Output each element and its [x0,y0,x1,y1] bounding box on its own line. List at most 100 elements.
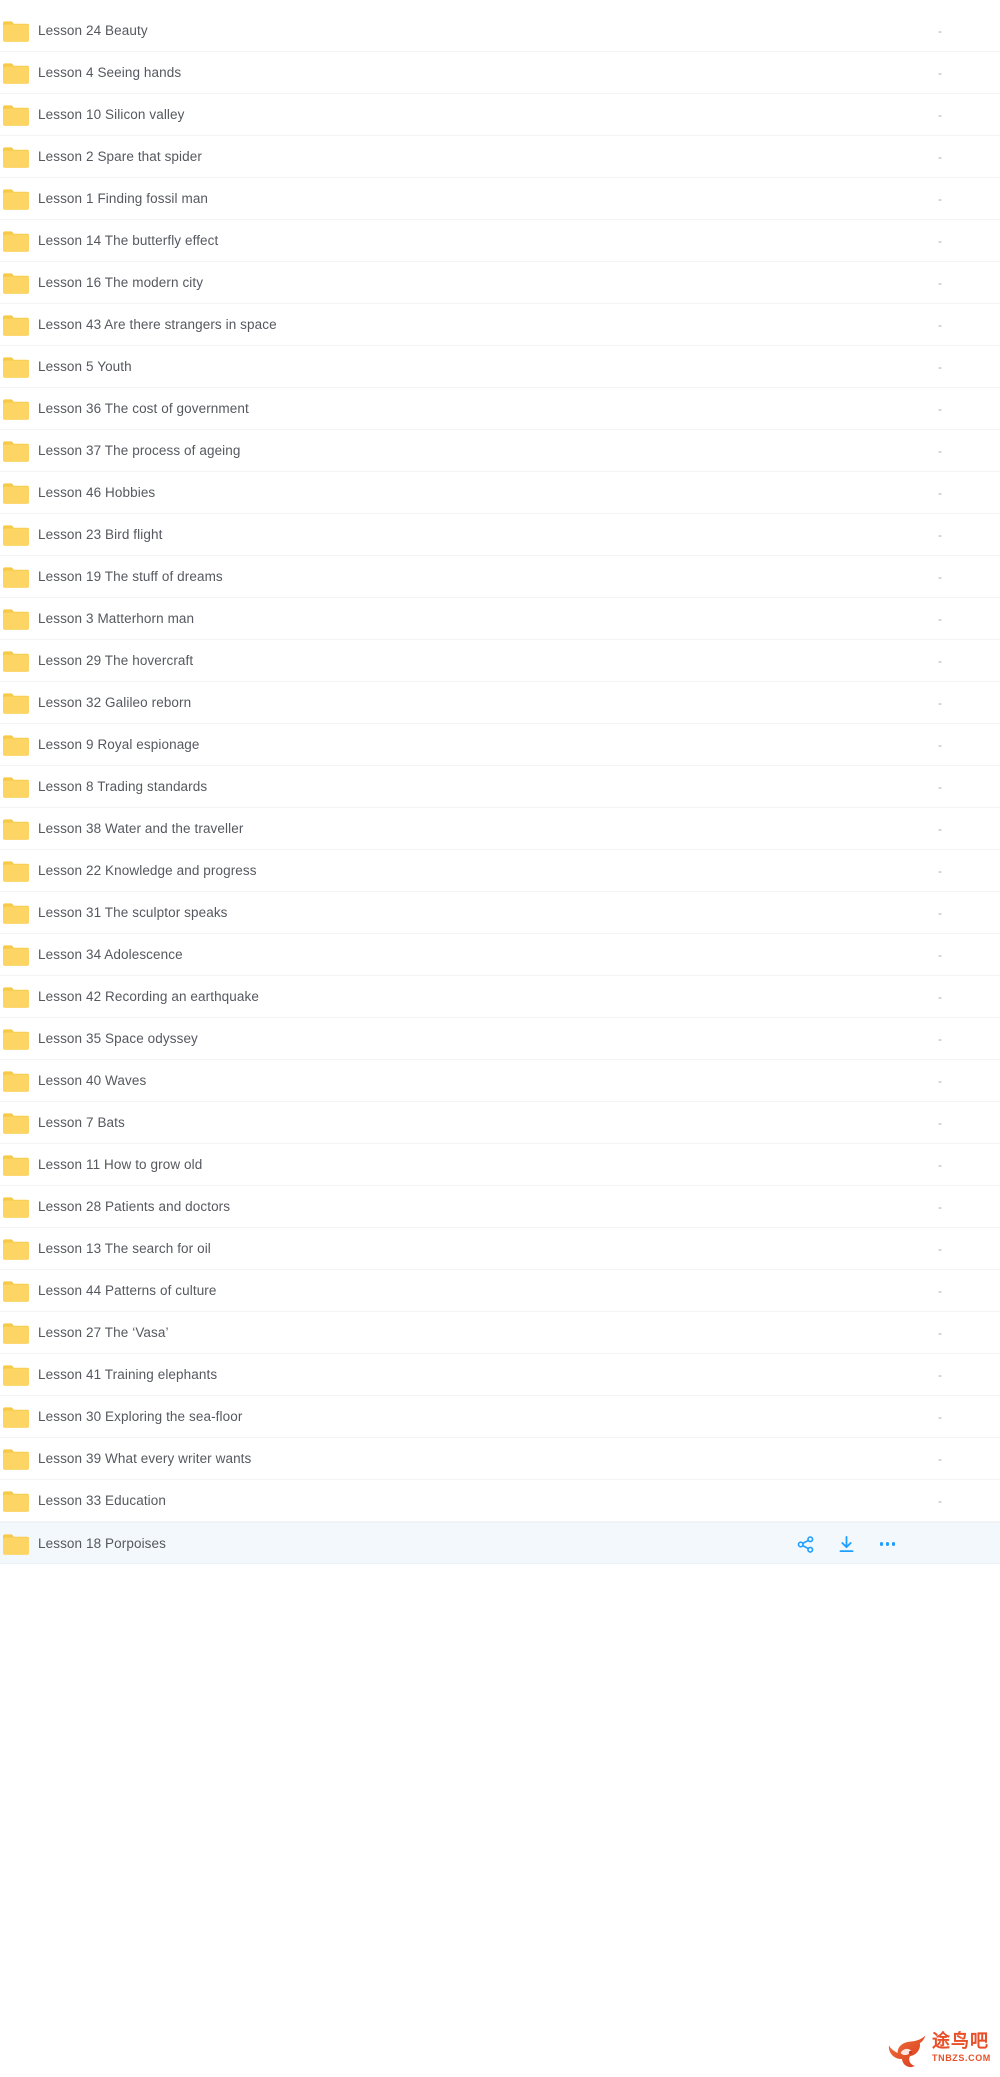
file-row[interactable]: Lesson 11 How to grow old - [0,1144,1000,1186]
file-size: - [938,276,942,290]
file-size: - [938,528,942,542]
folder-icon [3,1029,29,1050]
folder-icon [3,693,29,714]
file-row-selected[interactable]: Lesson 18 Porpoises [0,1522,1000,1564]
file-row[interactable]: Lesson 24 Beauty - [0,10,1000,52]
file-name[interactable]: Lesson 37 The process of ageing [38,430,241,472]
file-size: - [938,360,942,374]
file-row[interactable]: Lesson 14 The butterfly effect - [0,220,1000,262]
file-name[interactable]: Lesson 13 The search for oil [38,1228,211,1270]
row-actions [796,1523,897,1565]
share-icon[interactable] [796,1535,815,1554]
folder-icon [3,1239,29,1260]
file-row[interactable]: Lesson 31 The sculptor speaks - [0,892,1000,934]
file-row[interactable]: Lesson 38 Water and the traveller - [0,808,1000,850]
file-name[interactable]: Lesson 9 Royal espionage [38,724,200,766]
download-icon[interactable] [837,1535,856,1554]
file-row[interactable]: Lesson 33 Education - [0,1480,1000,1522]
file-name[interactable]: Lesson 28 Patients and doctors [38,1186,230,1228]
file-name[interactable]: Lesson 23 Bird flight [38,514,162,556]
file-size: - [938,234,942,248]
file-row[interactable]: Lesson 44 Patterns of culture - [0,1270,1000,1312]
file-row[interactable]: Lesson 10 Silicon valley - [0,94,1000,136]
file-row[interactable]: Lesson 30 Exploring the sea-floor - [0,1396,1000,1438]
file-row[interactable]: Lesson 37 The process of ageing - [0,430,1000,472]
file-name[interactable]: Lesson 19 The stuff of dreams [38,556,223,598]
file-size: - [938,318,942,332]
folder-icon [3,567,29,588]
site-watermark: 途鸟吧 TNBZS.COM [886,2024,1000,2074]
file-row[interactable]: Lesson 42 Recording an earthquake - [0,976,1000,1018]
file-size: - [938,486,942,500]
file-name[interactable]: Lesson 18 Porpoises [38,1523,166,1565]
file-size: - [938,1032,942,1046]
file-name[interactable]: Lesson 14 The butterfly effect [38,220,218,262]
file-row[interactable]: Lesson 27 The ‘Vasa’ - [0,1312,1000,1354]
file-size: - [938,1116,942,1130]
file-row[interactable]: Lesson 8 Trading standards - [0,766,1000,808]
file-name[interactable]: Lesson 11 How to grow old [38,1144,202,1186]
file-name[interactable]: Lesson 42 Recording an earthquake [38,976,259,1018]
file-row[interactable]: Lesson 3 Matterhorn man - [0,598,1000,640]
file-list: Lesson 24 Beauty - Lesson 4 Seeing hands - L… [0,0,1000,1564]
folder-icon [3,1113,29,1134]
file-size: - [938,192,942,206]
file-row[interactable]: Lesson 32 Galileo reborn - [0,682,1000,724]
file-name[interactable]: Lesson 8 Trading standards [38,766,207,808]
file-name[interactable]: Lesson 1 Finding fossil man [38,178,208,220]
file-name[interactable]: Lesson 43 Are there strangers in space [38,304,277,346]
file-row[interactable]: Lesson 1 Finding fossil man - [0,178,1000,220]
file-row[interactable]: Lesson 29 The hovercraft - [0,640,1000,682]
file-name[interactable]: Lesson 7 Bats [38,1102,125,1144]
file-row[interactable]: Lesson 19 The stuff of dreams - [0,556,1000,598]
file-name[interactable]: Lesson 33 Education [38,1480,166,1522]
file-row[interactable]: Lesson 34 Adolescence - [0,934,1000,976]
file-name[interactable]: Lesson 41 Training elephants [38,1354,217,1396]
file-row[interactable]: Lesson 41 Training elephants - [0,1354,1000,1396]
folder-icon [3,105,29,126]
file-name[interactable]: Lesson 10 Silicon valley [38,94,184,136]
file-row[interactable]: Lesson 35 Space odyssey - [0,1018,1000,1060]
file-name[interactable]: Lesson 27 The ‘Vasa’ [38,1312,169,1354]
file-name[interactable]: Lesson 16 The modern city [38,262,203,304]
file-row[interactable]: Lesson 2 Spare that spider - [0,136,1000,178]
file-name[interactable]: Lesson 24 Beauty [38,10,148,52]
file-name[interactable]: Lesson 40 Waves [38,1060,146,1102]
file-row[interactable]: Lesson 5 Youth - [0,346,1000,388]
file-name[interactable]: Lesson 46 Hobbies [38,472,155,514]
file-row[interactable]: Lesson 43 Are there strangers in space - [0,304,1000,346]
folder-icon [3,651,29,672]
file-row[interactable]: Lesson 22 Knowledge and progress - [0,850,1000,892]
file-size: - [938,822,942,836]
file-size: - [938,1410,942,1424]
file-row[interactable]: Lesson 16 The modern city - [0,262,1000,304]
file-name[interactable]: Lesson 22 Knowledge and progress [38,850,257,892]
file-row[interactable]: Lesson 46 Hobbies - [0,472,1000,514]
file-name[interactable]: Lesson 32 Galileo reborn [38,682,191,724]
file-name[interactable]: Lesson 29 The hovercraft [38,640,193,682]
folder-icon [3,1534,29,1555]
file-row[interactable]: Lesson 40 Waves - [0,1060,1000,1102]
file-row[interactable]: Lesson 28 Patients and doctors - [0,1186,1000,1228]
file-name[interactable]: Lesson 35 Space odyssey [38,1018,198,1060]
file-row[interactable]: Lesson 36 The cost of government - [0,388,1000,430]
file-row[interactable]: Lesson 9 Royal espionage - [0,724,1000,766]
file-name[interactable]: Lesson 31 The sculptor speaks [38,892,228,934]
more-dots-icon[interactable] [878,1535,897,1554]
file-name[interactable]: Lesson 44 Patterns of culture [38,1270,217,1312]
file-row[interactable]: Lesson 7 Bats - [0,1102,1000,1144]
file-name[interactable]: Lesson 36 The cost of government [38,388,249,430]
file-name[interactable]: Lesson 4 Seeing hands [38,52,181,94]
file-row[interactable]: Lesson 4 Seeing hands - [0,52,1000,94]
file-row[interactable]: Lesson 23 Bird flight - [0,514,1000,556]
file-row[interactable]: Lesson 13 The search for oil - [0,1228,1000,1270]
file-row[interactable]: Lesson 39 What every writer wants - [0,1438,1000,1480]
file-name[interactable]: Lesson 38 Water and the traveller [38,808,243,850]
file-name[interactable]: Lesson 2 Spare that spider [38,136,202,178]
folder-icon [3,357,29,378]
file-name[interactable]: Lesson 39 What every writer wants [38,1438,251,1480]
file-name[interactable]: Lesson 5 Youth [38,346,132,388]
file-name[interactable]: Lesson 34 Adolescence [38,934,183,976]
file-name[interactable]: Lesson 3 Matterhorn man [38,598,194,640]
file-name[interactable]: Lesson 30 Exploring the sea-floor [38,1396,242,1438]
